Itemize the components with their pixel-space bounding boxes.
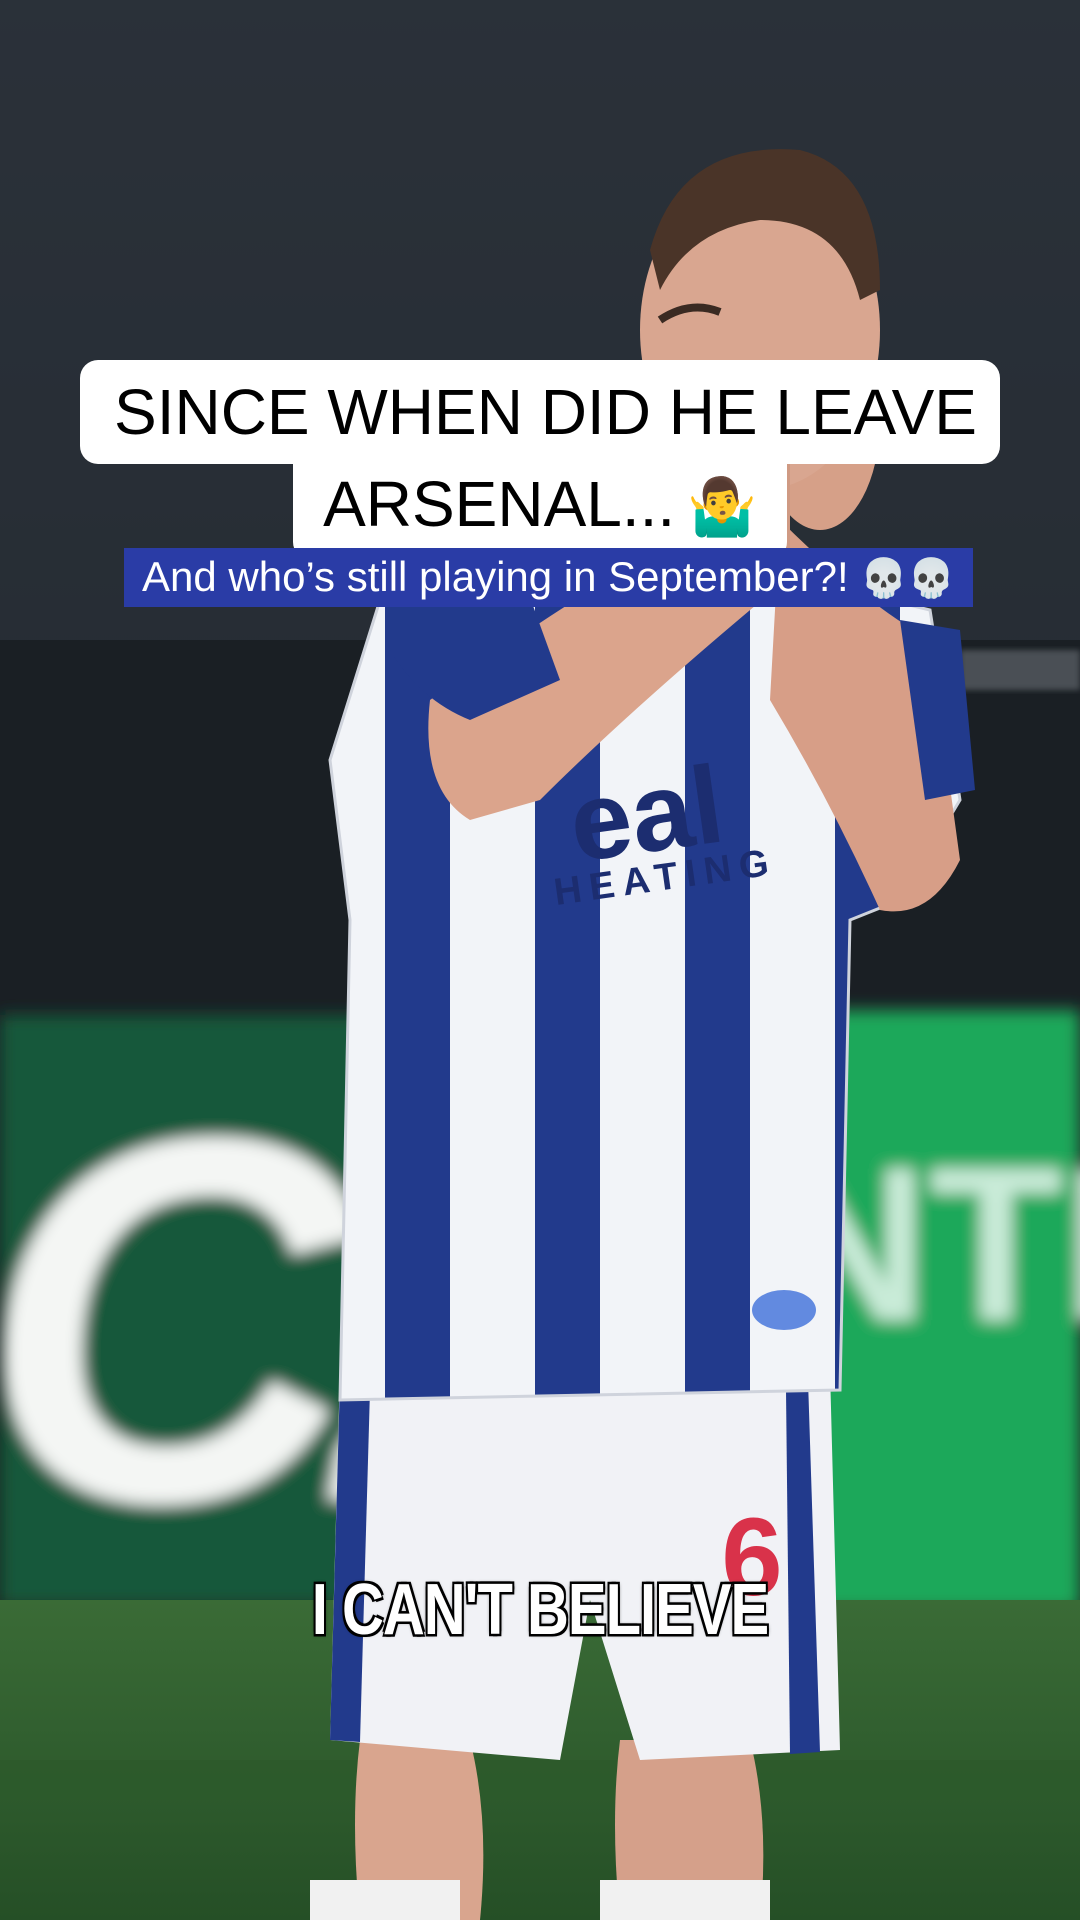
title-line-1: SINCE WHEN DID HE LEAVE — [80, 360, 1000, 464]
title-caption: SINCE WHEN DID HE LEAVE ARSENAL... 🤷‍♂️ — [0, 360, 1080, 560]
title-line-2: ARSENAL... 🤷‍♂️ — [293, 464, 787, 560]
subtitle-box: And who’s still playing in September?! 💀… — [124, 548, 973, 607]
subtitle-text: And who’s still playing in September?! — [142, 553, 849, 600]
shrug-emoji-icon: 🤷‍♂️ — [687, 475, 757, 540]
skull-emoji-icon: 💀💀 — [860, 556, 955, 600]
title-line-2-text: ARSENAL... — [323, 468, 676, 540]
video-caption: I CAN'T BELIEVE — [311, 1568, 769, 1651]
subtitle-caption: And who’s still playing in September?! 💀… — [124, 548, 973, 607]
